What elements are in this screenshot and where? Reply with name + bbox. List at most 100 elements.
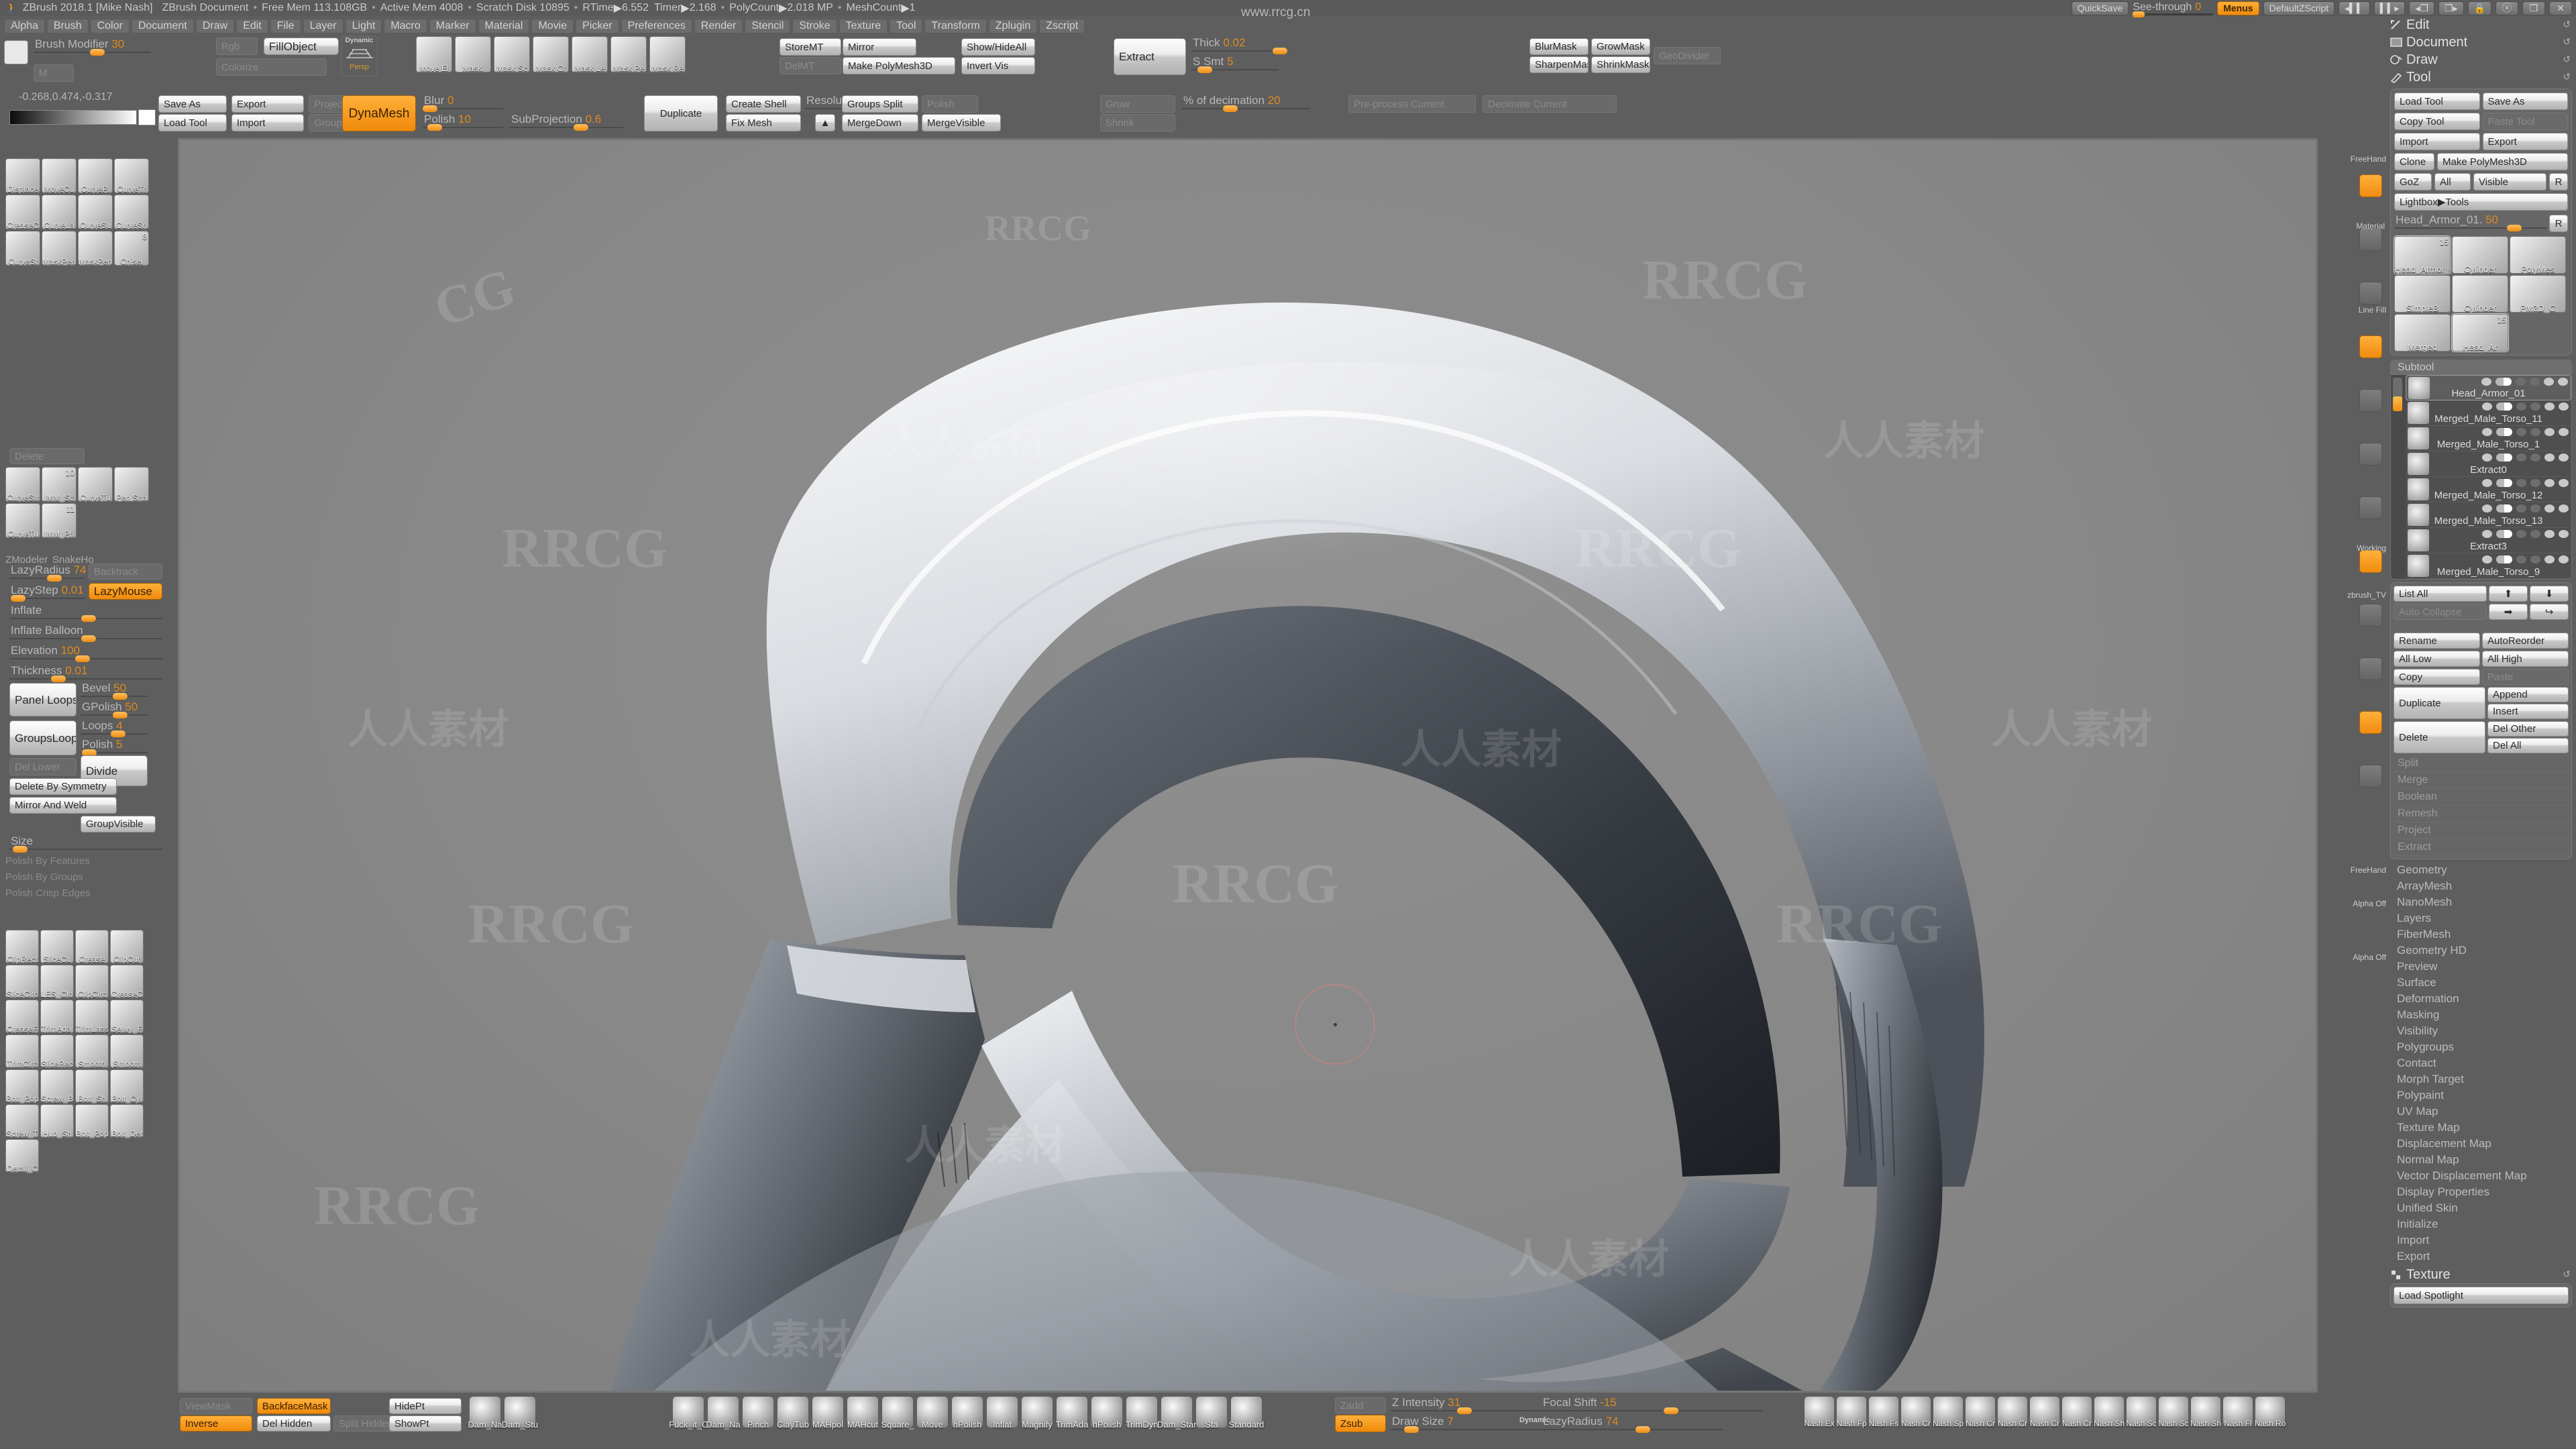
quicksave-button[interactable]: QuickSave [2071, 1, 2129, 15]
mirror-and-weld-button[interactable]: Mirror And Weld [9, 797, 117, 814]
menu-item-alpha[interactable]: Alpha [4, 19, 45, 34]
brush-bolt-pop[interactable]: Bolt_Pop [5, 1069, 39, 1104]
make-polymesh3d-button[interactable]: Make PolyMesh3D [843, 57, 955, 74]
shelf-icon-mask-pe[interactable]: Mask Pe [610, 36, 647, 73]
nash-brush-nash-cr[interactable]: Nash Cr [1966, 1397, 1995, 1428]
menu-item-zplugin[interactable]: Zplugin [988, 19, 1038, 34]
nash-brush-nash-sc[interactable]: Nash Sc [2158, 1397, 2189, 1428]
group-visible-button[interactable]: GroupVisible [80, 816, 156, 833]
tray-right-icon[interactable]: ❐▸ [2438, 1, 2464, 15]
paint-icon[interactable] [2544, 530, 2555, 538]
tool-thumb-polymes[interactable]: PolyMes [2510, 236, 2566, 274]
subtool-scrollbar[interactable] [2391, 375, 2406, 579]
tool-menu-deformation[interactable]: Deformation [2390, 991, 2572, 1007]
menu-item-document[interactable]: Document [131, 19, 194, 34]
load-tool-button[interactable]: Load Tool [158, 114, 227, 131]
brush-screw-tr[interactable]: Screw_Tr [5, 1104, 39, 1138]
make-polymesh3d-button-right[interactable]: Make PolyMesh3D [2437, 153, 2568, 170]
scale-icon[interactable] [2359, 443, 2382, 466]
current-tool-slider[interactable]: Head_Armor_01. 50 [2394, 213, 2546, 233]
shrink-button[interactable]: Shrink [1100, 114, 1175, 131]
tool-menu-texture-map[interactable]: Texture Map [2390, 1120, 2572, 1136]
menu-item-stencil[interactable]: Stencil [745, 19, 791, 34]
view-mask-button[interactable]: ViewMask [180, 1398, 252, 1414]
append-button[interactable]: Append [2487, 687, 2569, 702]
brush-hub-sh[interactable]: Hub_Sh [40, 1104, 74, 1138]
visibility-toggle[interactable] [2496, 402, 2512, 411]
tool-menu-layers[interactable]: Layers [2390, 910, 2572, 926]
menu-item-edit[interactable]: Edit [236, 19, 268, 34]
move-up-button[interactable]: ⬆ [2489, 586, 2528, 602]
del-all-button[interactable]: Del All [2487, 738, 2569, 753]
arrow-icon[interactable] [2482, 555, 2492, 564]
export-button[interactable]: Export [231, 95, 304, 113]
perspective-button[interactable]: Dynamic Persp [341, 36, 378, 76]
visibility-toggle[interactable] [2496, 479, 2512, 487]
menu-item-render[interactable]: Render [694, 19, 743, 34]
lock-icon[interactable]: 🔒 [2467, 1, 2491, 15]
all-button[interactable]: All [2434, 173, 2471, 191]
loops-slider[interactable]: Loops 4 [80, 719, 148, 739]
subtool-section-extract[interactable]: Extract [2394, 839, 2569, 856]
nash-brush-nash-cr[interactable]: Nash Cr [1998, 1397, 2027, 1428]
brush-dam-na[interactable]: Dam_Na [468, 1397, 502, 1430]
goz-button[interactable]: GoZ [2394, 173, 2432, 191]
brush-curvest[interactable]: CurveSt [5, 231, 40, 266]
menu-item-draw[interactable]: Draw [195, 19, 235, 34]
paint-icon[interactable] [2544, 402, 2555, 411]
bottom-brush-fuck-it-c[interactable]: Fuck_it_C [669, 1397, 708, 1430]
del-hidden-button[interactable]: Del Hidden [257, 1415, 331, 1432]
brush-curvetu[interactable]: CurveTu [78, 467, 113, 502]
subtool-toggles[interactable] [2481, 378, 2568, 386]
duplicate-button[interactable]: Duplicate [644, 95, 718, 131]
nash-brush-nash-fs[interactable]: Nash Fs [1869, 1397, 1898, 1428]
reset-icon[interactable]: ↺ [2563, 71, 2571, 83]
paint-icon[interactable] [2544, 453, 2555, 462]
brush-curvetu[interactable]: CurveTu [5, 503, 40, 539]
menu-item-file[interactable]: File [270, 19, 301, 34]
inflate-slider[interactable]: Inflate [9, 604, 162, 624]
del-mt-button[interactable]: DelMT [780, 57, 841, 74]
polyframe-icon[interactable] [2359, 550, 2382, 573]
tool-thumb-head-armor-01[interactable]: Head_Armor_01 15 [2394, 235, 2451, 274]
tool-menu-initialize[interactable]: Initialize [2390, 1216, 2572, 1232]
brush-bolt-sh[interactable]: Bolt_Sh [75, 1069, 109, 1104]
extract-button[interactable]: Extract [1114, 38, 1186, 75]
tool-menu-polygroups[interactable]: Polygroups [2390, 1039, 2572, 1055]
brush-slicecu[interactable]: SliceCu [40, 930, 74, 964]
brush-pen-sha[interactable]: Pen Sha [114, 467, 149, 502]
brush-movecu[interactable]: MoveCu [42, 158, 76, 194]
polish-by-features-label[interactable]: Polish By Features [5, 853, 126, 868]
list-all-button[interactable]: List All [2394, 586, 2487, 602]
hide-pt-button[interactable]: HidePt [389, 1398, 462, 1414]
menu-item-transform[interactable]: Transform [924, 19, 987, 34]
subtool-section-boolean[interactable]: Boolean [2394, 789, 2569, 806]
reset-icon[interactable]: ↺ [2563, 36, 2571, 48]
reset-icon[interactable]: ↺ [2563, 19, 2571, 30]
brush-smooth[interactable]: Smooth [110, 1034, 144, 1069]
floor-icon[interactable] [2359, 228, 2382, 251]
arrow-icon[interactable] [2481, 378, 2491, 386]
brush-smooth[interactable]: Smooth [75, 1034, 109, 1069]
bottom-brush-trimdyn[interactable]: TrimDyn [1126, 1397, 1158, 1430]
eye-icon[interactable] [2558, 378, 2568, 386]
brush-imm-sc[interactable]: IMM_Sc 10 [42, 467, 76, 502]
brush-les-clot[interactable]: LES_Clot [40, 965, 74, 999]
gradient-endpoint[interactable] [138, 109, 156, 125]
backtrack-button[interactable]: Backtrack [89, 564, 162, 580]
fix-mesh-button[interactable]: Fix Mesh [726, 114, 801, 131]
bottom-brush-hpolish[interactable]: hPolish [1091, 1397, 1122, 1430]
xpose-icon[interactable] [2359, 711, 2382, 734]
tray-left-icon[interactable]: ◂❐ [2409, 1, 2434, 15]
paint-icon[interactable] [2544, 378, 2554, 386]
shelf-icon-maski[interactable]: Maski [455, 36, 491, 73]
arrow-icon[interactable] [2482, 402, 2492, 411]
brush-selwy-f[interactable]: Selwy_F [110, 1000, 144, 1034]
backface-mask-button[interactable]: BackfaceMask [257, 1398, 331, 1414]
paint-icon[interactable] [2544, 428, 2555, 436]
tool-menu-preview[interactable]: Preview [2390, 959, 2572, 975]
arrow-icon[interactable] [2482, 530, 2492, 538]
inverse-button[interactable]: Inverse [180, 1415, 252, 1432]
ghost-icon[interactable] [2359, 657, 2382, 680]
nash-brush-nash-fp[interactable]: Nash Fp [1836, 1397, 1867, 1428]
